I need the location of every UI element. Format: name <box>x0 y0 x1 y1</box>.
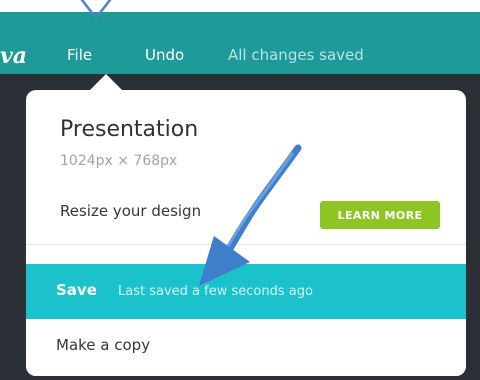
menu-divider <box>26 244 466 245</box>
design-dimensions: 1024px × 768px <box>60 153 178 169</box>
last-saved-status: Last saved a few seconds ago <box>118 284 313 299</box>
save-status-indicator: All changes saved <box>228 46 364 64</box>
resize-design-label: Resize your design <box>60 202 202 220</box>
make-copy-label: Make a copy <box>56 336 151 354</box>
logo: va <box>0 43 28 69</box>
topbar: va File Undo All changes saved <box>0 12 480 74</box>
save-menu-item[interactable]: Save Last saved a few seconds ago <box>26 264 466 319</box>
file-menu[interactable]: File <box>67 48 92 63</box>
file-dropdown-menu: Presentation 1024px × 768px Resize your … <box>26 90 466 376</box>
make-copy-menu-item[interactable]: Make a copy <box>26 319 466 376</box>
undo-button[interactable]: Undo <box>145 48 184 63</box>
top-strip <box>0 0 480 12</box>
learn-more-button[interactable]: LEARN MORE <box>320 201 440 229</box>
dropdown-caret <box>90 74 122 90</box>
design-title: Presentation <box>60 117 199 142</box>
save-label: Save <box>56 281 97 299</box>
